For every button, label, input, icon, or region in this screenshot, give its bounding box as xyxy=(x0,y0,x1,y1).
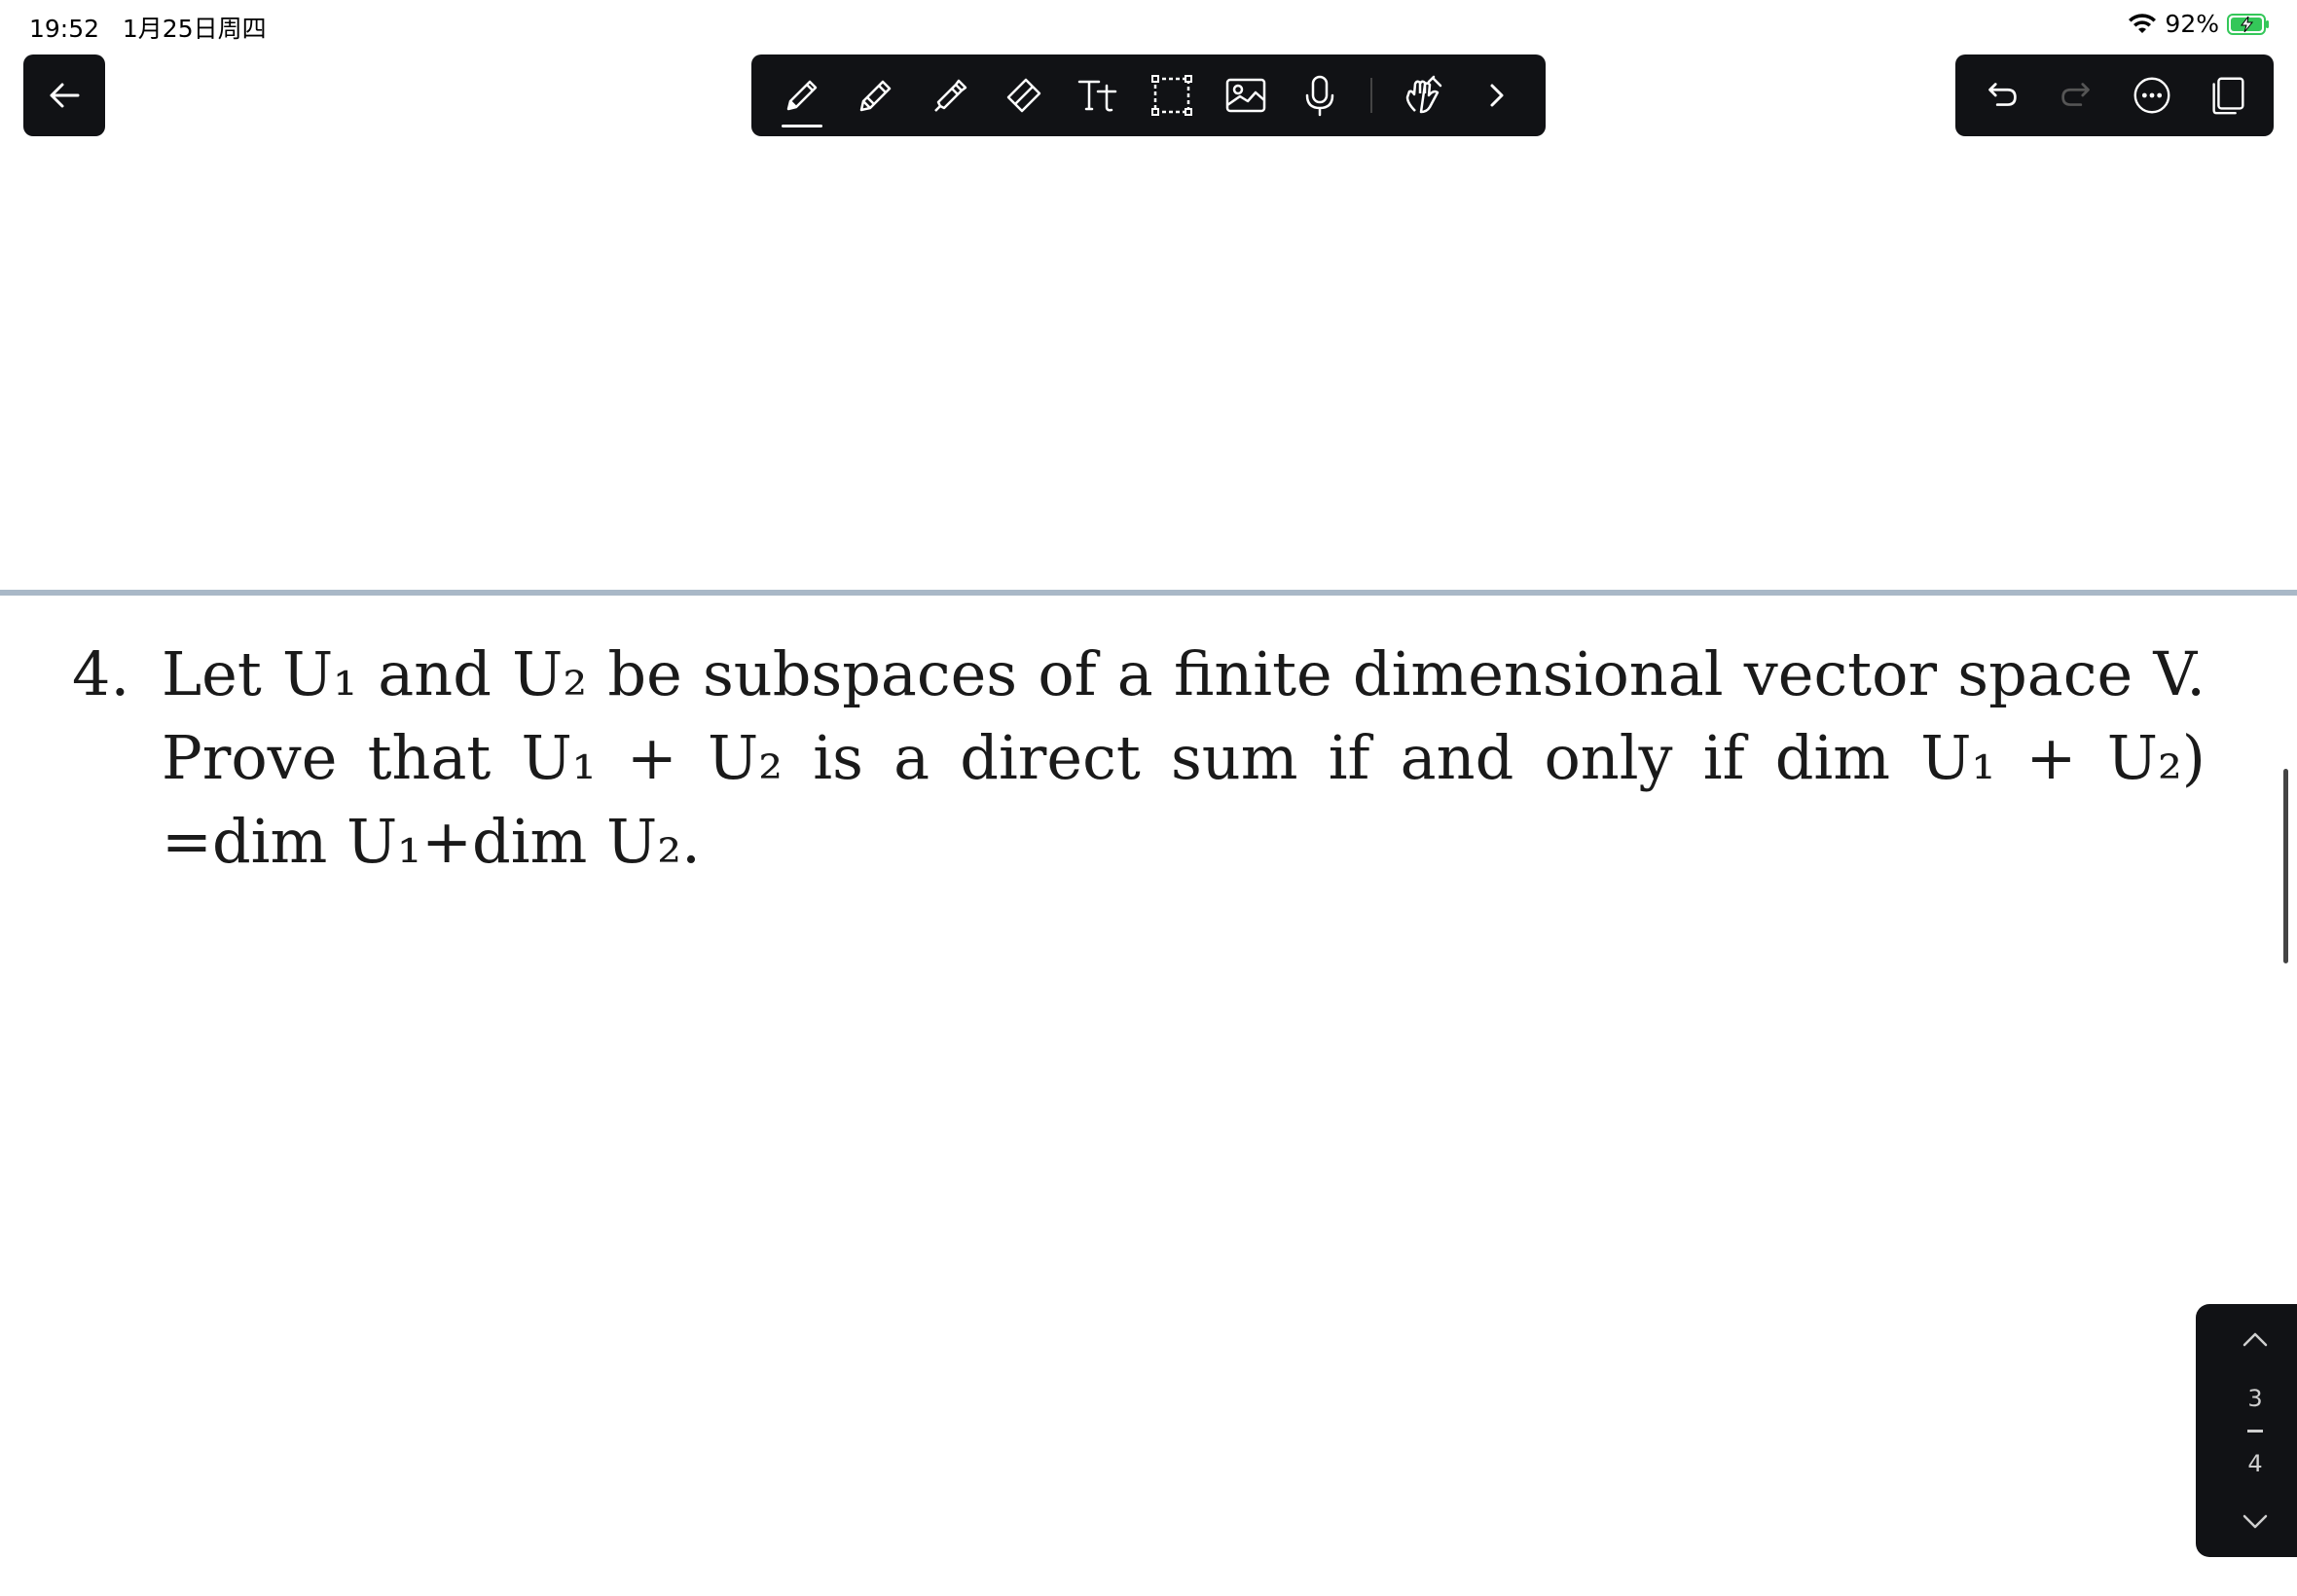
page-divider xyxy=(2247,1429,2263,1433)
drawing-toolbar xyxy=(751,54,1546,136)
image-icon xyxy=(1225,78,1266,113)
lasso-select-icon xyxy=(1151,75,1192,116)
touch-draw-icon xyxy=(1405,75,1442,114)
more-icon xyxy=(2133,77,2170,114)
text-tool[interactable] xyxy=(1061,54,1135,136)
more-button[interactable] xyxy=(2121,64,2183,127)
current-page: 3 xyxy=(2247,1384,2263,1412)
image-tool[interactable] xyxy=(1209,54,1283,136)
status-time: 19:52 xyxy=(29,15,100,43)
page-separator xyxy=(0,590,2297,596)
problem-text: Let U₁ and U₂ be subspaces of a finite d… xyxy=(162,638,2206,877)
pen-tool[interactable] xyxy=(765,54,839,136)
undo-button[interactable] xyxy=(1970,64,2032,127)
page-navigator: 3 4 xyxy=(2196,1304,2297,1557)
redo-icon xyxy=(2060,83,2090,106)
actions-toolbar xyxy=(1955,54,2274,136)
chevron-up-icon xyxy=(2242,1332,2268,1347)
microphone-tool[interactable] xyxy=(1283,54,1357,136)
status-bar-time: 19:52 1月25日周四 xyxy=(29,10,267,45)
pages-button[interactable] xyxy=(2197,64,2259,127)
chevron-down-icon xyxy=(2242,1514,2268,1529)
redo-button[interactable] xyxy=(2046,64,2108,127)
problem-number: 4. xyxy=(72,638,130,709)
pencil-icon xyxy=(859,80,892,112)
battery-charging-icon xyxy=(2227,13,2269,35)
status-bar-right: 92% xyxy=(2128,10,2270,38)
status-date: 1月25日周四 xyxy=(122,15,267,43)
eraser-tool[interactable] xyxy=(987,54,1061,136)
toolbar-divider xyxy=(1370,78,1372,113)
battery-percent: 92% xyxy=(2165,10,2219,38)
back-arrow-icon xyxy=(50,83,80,108)
lasso-select-tool[interactable] xyxy=(1135,54,1209,136)
previous-page-button[interactable] xyxy=(2226,1314,2284,1366)
undo-icon xyxy=(1988,83,2017,106)
touch-draw-tool[interactable] xyxy=(1386,54,1460,136)
highlighter-icon xyxy=(934,79,967,112)
text-icon xyxy=(1077,80,1117,112)
wifi-icon xyxy=(2129,13,2157,33)
next-page-button[interactable] xyxy=(2226,1495,2284,1547)
scrollbar[interactable] xyxy=(2283,769,2288,963)
back-button[interactable] xyxy=(23,54,105,136)
pages-icon xyxy=(2212,77,2244,115)
microphone-icon xyxy=(1305,75,1334,117)
pen-icon xyxy=(786,80,818,111)
expand-chevron-icon xyxy=(1490,84,1504,107)
page-indicator: 3 4 xyxy=(2247,1366,2263,1495)
total-pages: 4 xyxy=(2247,1449,2263,1477)
eraser-icon xyxy=(1006,78,1041,113)
expand-tools-button[interactable] xyxy=(1460,54,1534,136)
highlighter-tool[interactable] xyxy=(913,54,987,136)
pencil-tool[interactable] xyxy=(839,54,913,136)
